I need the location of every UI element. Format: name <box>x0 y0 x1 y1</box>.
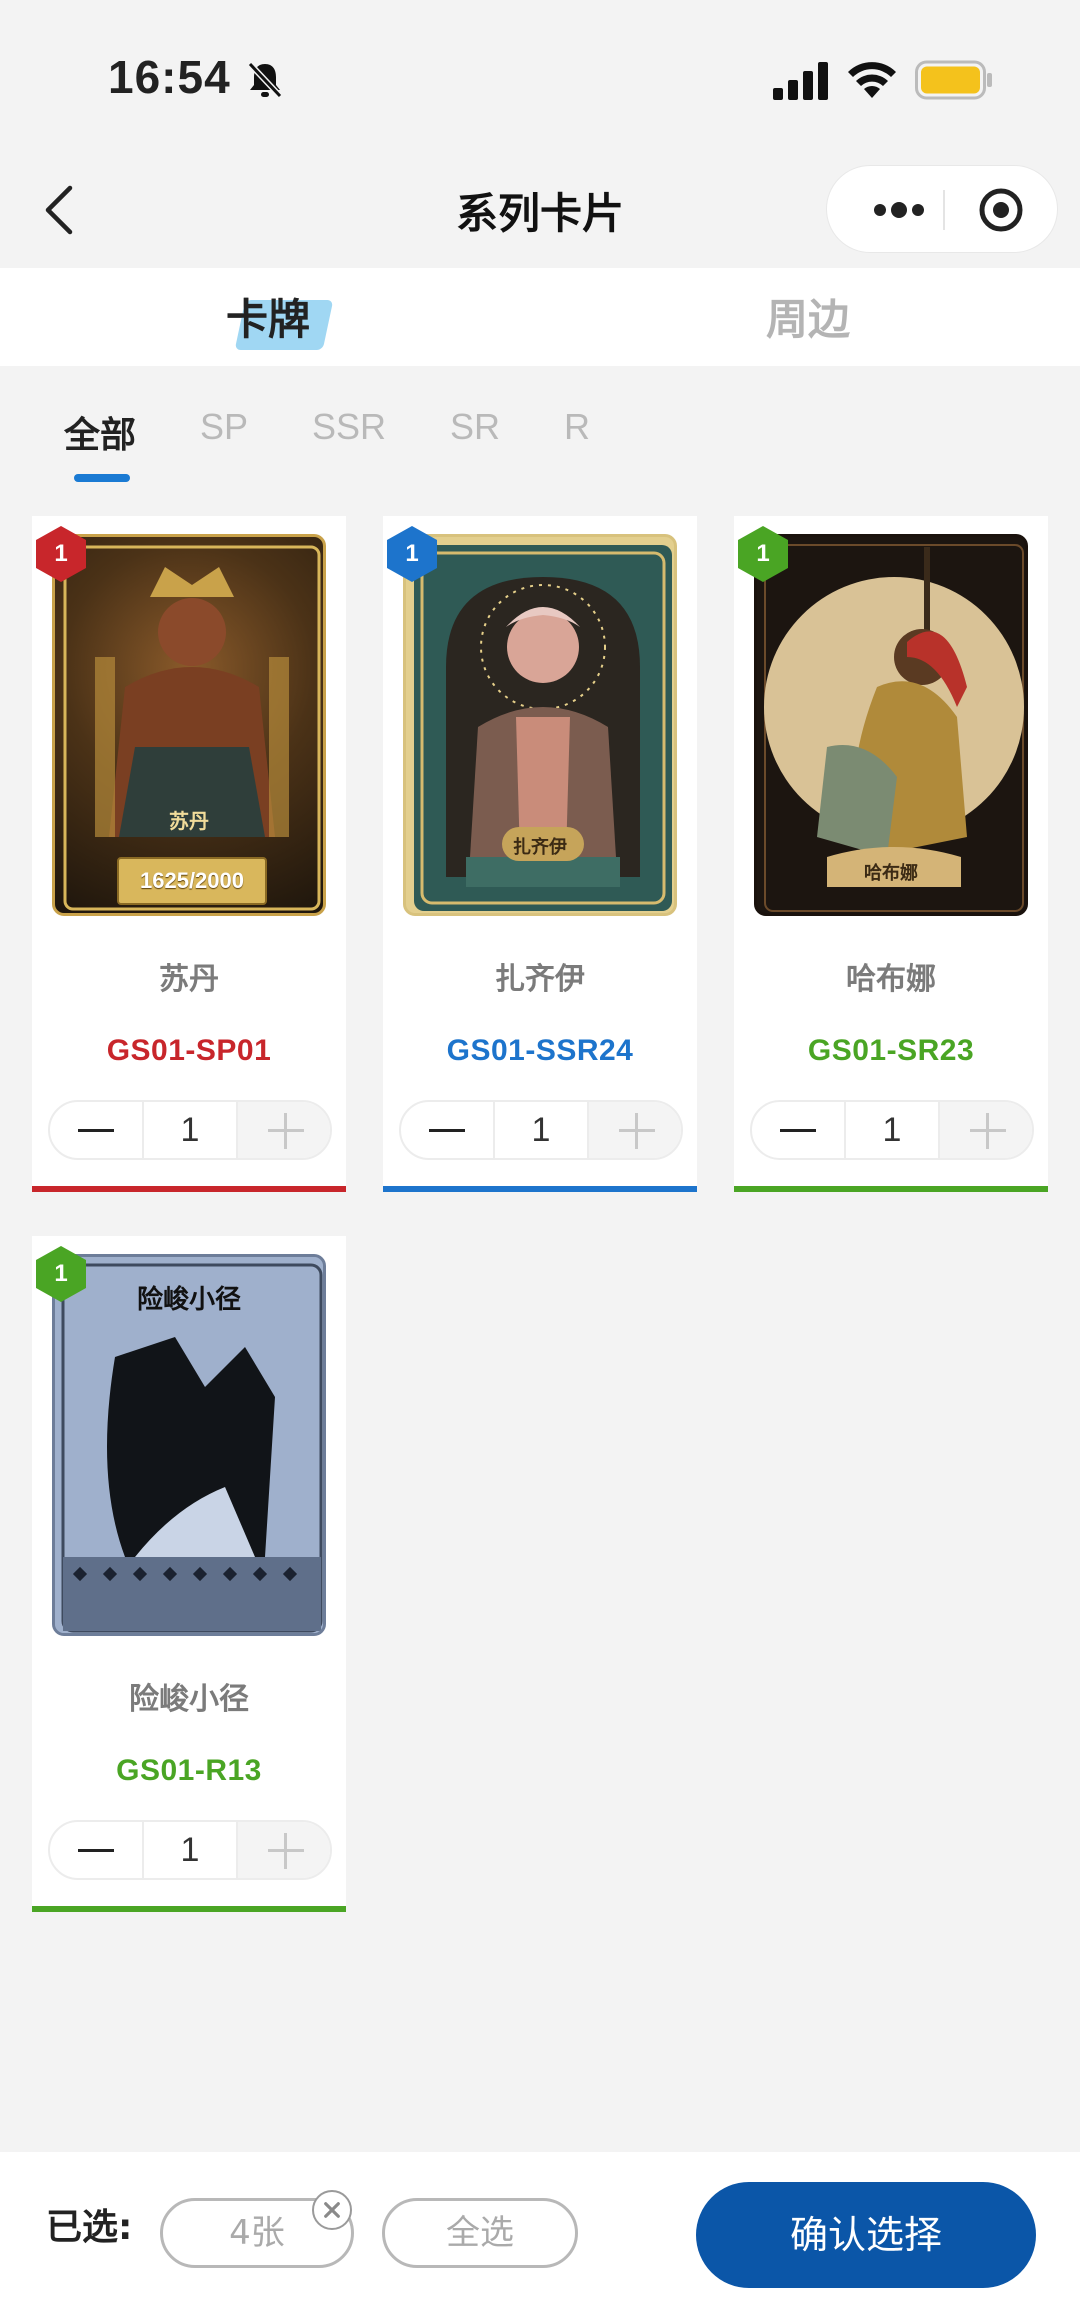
clear-icon[interactable] <box>312 2190 352 2230</box>
select-all-button[interactable]: 全选 <box>382 2198 578 2268</box>
rarity-badge <box>36 1246 86 1302</box>
target-icon[interactable] <box>977 186 1025 234</box>
mini-program-capsule <box>826 165 1058 253</box>
rarity-bar <box>32 1906 346 1912</box>
filter-r[interactable]: R <box>564 406 590 448</box>
quantity-value[interactable]: 1 <box>142 1822 238 1878</box>
category-tabs: 卡牌 周边 <box>0 268 1080 366</box>
filter-active-indicator <box>74 474 130 482</box>
status-time: 16:54 <box>108 51 231 103</box>
rarity-badge <box>738 526 788 582</box>
card-item[interactable]: 哈布娜 1 哈布娜 GS01-SR23 1 <box>734 516 1048 1192</box>
rarity-bar <box>734 1186 1048 1192</box>
capsule-divider <box>943 190 945 230</box>
decrement-button[interactable] <box>50 1102 142 1158</box>
card-name: 扎齐伊 <box>495 962 585 997</box>
card-image[interactable]: 苏丹 1625/2000 <box>52 534 326 916</box>
card-item[interactable]: 险峻小径 1 险峻小径 GS01-R13 1 <box>32 1236 346 1912</box>
decrement-button[interactable] <box>401 1102 493 1158</box>
card-art-caption: 险峻小径 <box>136 1285 241 1315</box>
filter-ssr[interactable]: SSR <box>312 406 386 448</box>
card-art-caption: 扎齐伊 <box>513 837 567 858</box>
tab-cards-label-overlay: 卡牌 <box>226 295 311 344</box>
serial-number-plate: 1625/2000 <box>117 857 267 905</box>
increment-button[interactable] <box>238 1102 330 1158</box>
increment-button[interactable] <box>940 1102 1032 1158</box>
selected-label: 已选: <box>46 2207 133 2248</box>
card-code: GS01-SR23 <box>807 1034 975 1067</box>
card-item[interactable]: 扎齐伊 1 扎齐伊 GS01-SSR24 1 <box>383 516 697 1192</box>
quantity-stepper: 1 <box>399 1100 683 1160</box>
card-art-caption: 哈布娜 <box>864 863 918 884</box>
quantity-stepper: 1 <box>48 1820 332 1880</box>
rarity-filter-bar: 全部 SP SSR SR R <box>0 366 1080 486</box>
wifi-icon <box>848 62 896 98</box>
status-bar: 16:54 <box>0 0 1080 150</box>
card-code: GS01-SP01 <box>106 1034 272 1067</box>
card-image[interactable]: 险峻小径 <box>52 1254 326 1636</box>
battery-icon <box>915 60 992 100</box>
decrement-button[interactable] <box>752 1102 844 1158</box>
increment-button[interactable] <box>238 1822 330 1878</box>
rarity-badge <box>387 526 437 582</box>
card-image[interactable]: 扎齐伊 <box>403 534 677 916</box>
quantity-stepper: 1 <box>750 1100 1034 1160</box>
filter-sp[interactable]: SP <box>200 406 248 448</box>
card-art-caption: 苏丹 <box>169 809 209 833</box>
rarity-bar <box>383 1186 697 1192</box>
tab-merch[interactable]: 周边 <box>766 286 850 347</box>
card-name: 哈布娜 <box>846 962 936 997</box>
card-item[interactable]: 苏丹 1625/2000 1 苏丹 GS01-SP01 1 <box>32 516 346 1192</box>
card-name: 苏丹 <box>159 962 219 997</box>
more-icon[interactable] <box>871 196 927 224</box>
rarity-badge <box>36 526 86 582</box>
bottom-action-bar: 已选: 4张 全选 确认选择 <box>0 2152 1080 2301</box>
card-code: GS01-SSR24 <box>446 1034 634 1067</box>
quantity-value[interactable]: 1 <box>493 1102 589 1158</box>
bell-off-icon <box>247 61 283 99</box>
card-image[interactable]: 哈布娜 <box>754 534 1028 916</box>
confirm-selection-button[interactable]: 确认选择 <box>696 2182 1036 2288</box>
card-name: 险峻小径 <box>129 1682 249 1717</box>
quantity-stepper: 1 <box>48 1100 332 1160</box>
filter-all[interactable]: 全部 <box>64 406 136 458</box>
quantity-value[interactable]: 1 <box>142 1102 238 1158</box>
decrement-button[interactable] <box>50 1822 142 1878</box>
nav-bar: 系列卡片 <box>0 150 1080 268</box>
increment-button[interactable] <box>589 1102 681 1158</box>
card-code: GS01-R13 <box>116 1754 262 1787</box>
signal-icon <box>773 62 828 100</box>
quantity-value[interactable]: 1 <box>844 1102 940 1158</box>
rarity-bar <box>32 1186 346 1192</box>
filter-sr[interactable]: SR <box>450 406 500 448</box>
card-artwork <box>414 545 672 911</box>
